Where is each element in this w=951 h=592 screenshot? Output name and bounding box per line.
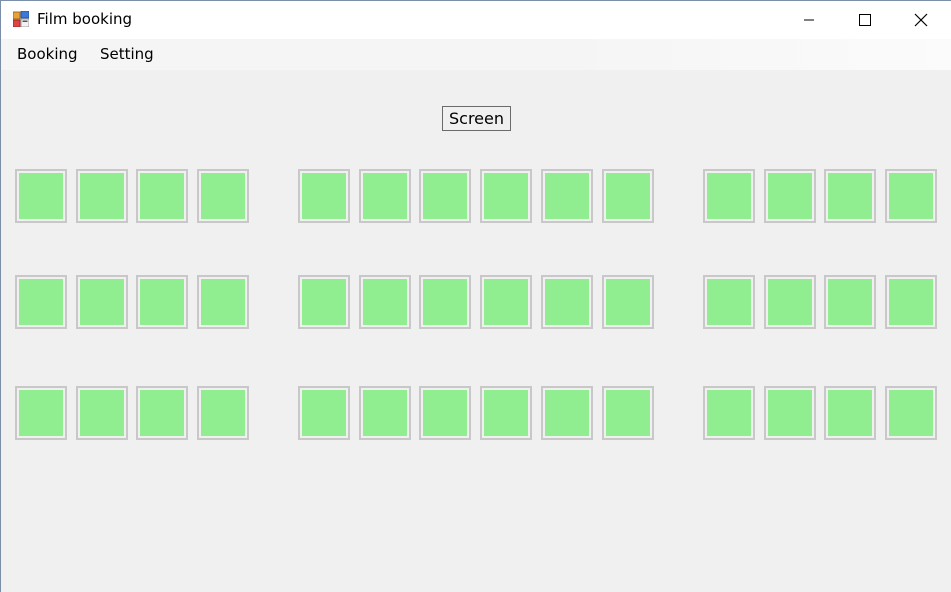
seat-r3-8[interactable] <box>480 386 532 440</box>
menu-setting[interactable]: Setting <box>100 45 154 63</box>
seat-r1-4[interactable] <box>197 169 249 223</box>
seat-r1-13[interactable] <box>824 169 876 223</box>
seat-r2-2[interactable] <box>76 275 128 329</box>
seat-r3-14[interactable] <box>885 386 937 440</box>
seat-r2-5[interactable] <box>298 275 350 329</box>
seat-r1-11[interactable] <box>703 169 755 223</box>
seat-r2-6[interactable] <box>359 275 411 329</box>
seat-r1-7[interactable] <box>419 169 471 223</box>
seat-r2-4[interactable] <box>197 275 249 329</box>
seat-r2-1[interactable] <box>15 275 67 329</box>
seat-r3-2[interactable] <box>76 386 128 440</box>
seat-r1-14[interactable] <box>885 169 937 223</box>
seat-r1-9[interactable] <box>541 169 593 223</box>
seat-r2-13[interactable] <box>824 275 876 329</box>
seat-r1-3[interactable] <box>136 169 188 223</box>
seat-r2-3[interactable] <box>136 275 188 329</box>
seat-r2-9[interactable] <box>541 275 593 329</box>
seat-r3-12[interactable] <box>764 386 816 440</box>
seat-r3-7[interactable] <box>419 386 471 440</box>
seat-r2-7[interactable] <box>419 275 471 329</box>
seat-r1-8[interactable] <box>480 169 532 223</box>
minimize-icon <box>803 14 815 26</box>
close-button[interactable] <box>893 1 949 39</box>
minimize-button[interactable] <box>781 1 837 39</box>
window-title: Film booking <box>37 10 133 28</box>
app-icon[interactable] <box>12 10 30 28</box>
seat-r2-10[interactable] <box>602 275 654 329</box>
close-icon <box>914 13 928 27</box>
seat-r1-5[interactable] <box>298 169 350 223</box>
seat-r1-1[interactable] <box>15 169 67 223</box>
seat-r3-4[interactable] <box>197 386 249 440</box>
screen-label: Screen <box>442 106 511 131</box>
seat-r1-2[interactable] <box>76 169 128 223</box>
seat-r3-6[interactable] <box>359 386 411 440</box>
title-bar[interactable]: Film booking <box>1 1 951 39</box>
seat-r1-6[interactable] <box>359 169 411 223</box>
maximize-button[interactable] <box>837 1 893 39</box>
seat-r3-5[interactable] <box>298 386 350 440</box>
seat-r1-12[interactable] <box>764 169 816 223</box>
app-window: Film booking Booking Setting Screen <box>0 0 951 592</box>
seat-r2-8[interactable] <box>480 275 532 329</box>
maximize-icon <box>859 14 871 26</box>
seat-r2-12[interactable] <box>764 275 816 329</box>
seat-r3-11[interactable] <box>703 386 755 440</box>
menu-booking[interactable]: Booking <box>17 45 78 63</box>
seat-r2-14[interactable] <box>885 275 937 329</box>
seat-r2-11[interactable] <box>703 275 755 329</box>
seat-r3-3[interactable] <box>136 386 188 440</box>
seat-r3-9[interactable] <box>541 386 593 440</box>
seat-r3-13[interactable] <box>824 386 876 440</box>
seat-r3-1[interactable] <box>15 386 67 440</box>
seat-r3-10[interactable] <box>602 386 654 440</box>
seat-r1-10[interactable] <box>602 169 654 223</box>
menu-bar: Booking Setting <box>1 39 951 70</box>
